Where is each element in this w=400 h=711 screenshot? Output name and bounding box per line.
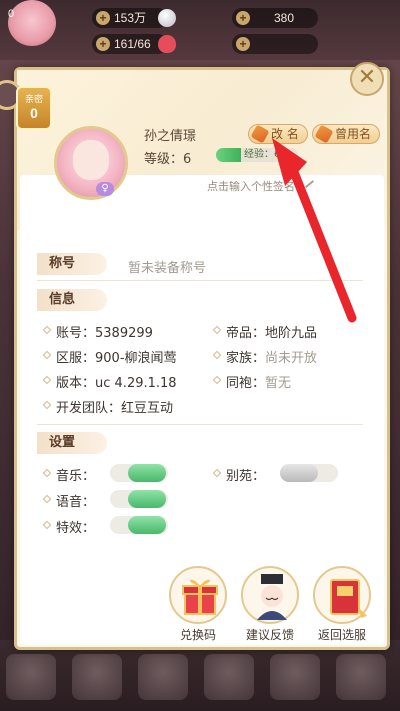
info-version: 版本：uc 4.29.1.18	[56, 376, 177, 391]
top-level-label: 0	[8, 8, 15, 20]
add-silver-icon[interactable]: +	[96, 11, 110, 25]
rename-button[interactable]: 改 名	[248, 124, 308, 144]
energy-counter[interactable]: + 161/66	[92, 34, 176, 54]
signature-input[interactable]: 点击输入个性签名	[207, 178, 295, 194]
redeem-code-button[interactable]: 兑换码	[168, 566, 228, 643]
xp-label: 经验：6/	[244, 149, 284, 160]
feedback-button[interactable]: 建议反馈	[240, 566, 300, 643]
music-label: 音乐：	[56, 469, 96, 484]
effects-toggle[interactable]	[110, 516, 168, 534]
close-button[interactable]: ✕	[350, 62, 384, 96]
xp-progress-fill	[216, 148, 241, 162]
nav-garden-icon[interactable]	[204, 654, 254, 700]
toggle-knob	[128, 490, 166, 508]
player-level: 等级：6	[144, 152, 192, 167]
divider	[37, 280, 363, 281]
gift-box-icon	[169, 566, 227, 624]
advisor-icon	[241, 566, 299, 624]
player-avatar-mini[interactable]	[8, 0, 56, 46]
divider	[37, 424, 363, 425]
nav-palace-icon[interactable]	[6, 654, 56, 700]
title-section-heading: 称号	[37, 253, 107, 275]
info-family: 家族：尚未开放	[226, 351, 318, 366]
brush-icon	[314, 124, 334, 144]
villa-label: 别苑：	[226, 469, 266, 484]
nav-tower-icon[interactable]	[270, 654, 320, 700]
top-resource-bar	[0, 0, 400, 60]
return-server-select-button[interactable]: 返回选服	[312, 566, 372, 643]
side-ribbon: 亲密 0	[0, 56, 58, 176]
add-extra-icon[interactable]: +	[236, 37, 250, 51]
silver-counter[interactable]: + 153万	[92, 8, 176, 28]
toggle-knob	[128, 516, 166, 534]
info-dev-team: 开发团队：红豆互动	[56, 401, 174, 416]
intimacy-badge[interactable]: 亲密 0	[16, 86, 52, 130]
info-account: 账号：5389299	[56, 326, 153, 341]
nav-gate-icon[interactable]	[336, 654, 386, 700]
info-server: 区服：900-柳浪闻莺	[56, 351, 177, 366]
book-icon	[313, 566, 371, 624]
former-names-button[interactable]: 曾用名	[312, 124, 381, 144]
voice-label: 语音：	[56, 495, 96, 510]
villa-toggle[interactable]	[280, 464, 338, 482]
female-gender-icon: ♀	[96, 182, 114, 196]
portrait-face	[73, 140, 109, 180]
heart-icon	[158, 35, 176, 53]
player-name: 孙之倩璟	[144, 129, 197, 144]
nav-hall-icon[interactable]	[138, 654, 188, 700]
info-section-heading: 信息	[37, 289, 107, 311]
gem-counter[interactable]: + 380	[232, 8, 318, 28]
extra-counter[interactable]: +	[232, 34, 318, 54]
music-toggle[interactable]	[110, 464, 168, 482]
settings-section-heading: 设置	[37, 432, 107, 454]
info-companion: 同袍：暂无	[226, 376, 292, 391]
add-energy-icon[interactable]: +	[96, 37, 110, 51]
equipped-title: 暂未装备称号	[128, 261, 207, 276]
nav-city-icon[interactable]	[72, 654, 122, 700]
brush-icon	[250, 124, 270, 144]
effects-label: 特效：	[56, 521, 96, 536]
add-gem-icon[interactable]: +	[236, 11, 250, 25]
info-rank: 帝品：地阶九品	[226, 326, 318, 341]
silver-coin-icon	[158, 9, 176, 27]
toggle-knob	[128, 464, 166, 482]
toggle-knob	[280, 464, 318, 482]
voice-toggle[interactable]	[110, 490, 168, 508]
